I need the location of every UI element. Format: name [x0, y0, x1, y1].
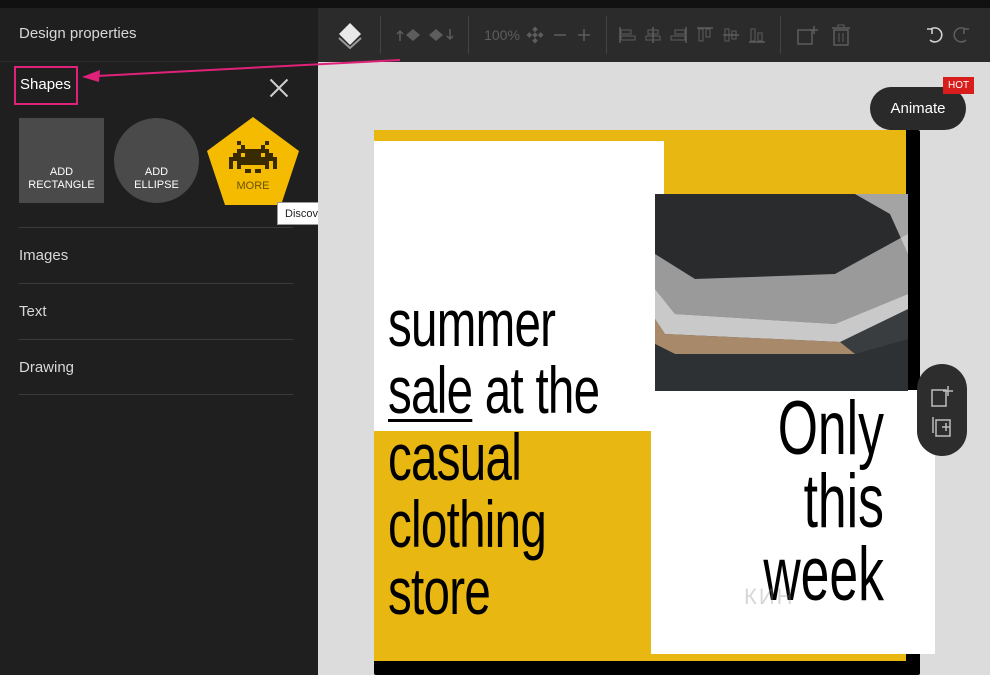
watermark: КИН — [744, 584, 795, 609]
align-middle-icon[interactable] — [720, 8, 742, 62]
checker-icon[interactable] — [524, 8, 546, 62]
shapes-tab[interactable]: Shapes — [14, 66, 78, 105]
headline-underlined: sale — [388, 353, 473, 427]
toolbar: 100% — [318, 8, 990, 62]
toolbar-separator — [468, 16, 469, 54]
headline-line: store — [388, 554, 491, 628]
add-rectangle-label: ADD RECTANGLE — [28, 166, 95, 191]
send-backward-icon[interactable] — [426, 8, 456, 62]
headline-line: summer — [388, 286, 556, 360]
duplicate-icon[interactable] — [794, 8, 820, 62]
side-text[interactable]: Only this week — [714, 386, 884, 617]
toolbar-separator — [780, 16, 781, 54]
hot-badge: HOT — [943, 77, 975, 94]
section-drawing[interactable]: Drawing — [19, 339, 293, 395]
headline-line: clothing — [388, 487, 547, 561]
align-left-icon[interactable] — [616, 8, 638, 62]
close-icon[interactable] — [266, 75, 292, 101]
toolbar-separator — [380, 16, 381, 54]
minus-icon[interactable] — [550, 8, 570, 62]
design-canvas[interactable]: summer sale at the casual clothing store… — [374, 130, 935, 675]
bring-forward-icon[interactable] — [394, 8, 424, 62]
align-bottom-icon[interactable] — [746, 8, 768, 62]
side-line: Only — [777, 386, 884, 471]
headline-line: sale at the — [388, 357, 600, 424]
side-line: this — [803, 459, 884, 544]
layers-icon[interactable] — [334, 8, 366, 62]
add-ellipse-button[interactable]: ADD ELLIPSE — [114, 118, 199, 203]
top-strip — [0, 0, 990, 8]
section-images[interactable]: Images — [19, 227, 293, 283]
clothing-photo[interactable] — [655, 194, 908, 391]
align-right-icon[interactable] — [668, 8, 690, 62]
headline-fragment: at the — [472, 353, 600, 427]
toolbar-separator — [606, 16, 607, 54]
side-action-pill — [917, 364, 967, 456]
section-text[interactable]: Text — [19, 283, 293, 339]
more-shapes-button[interactable]: MORE — [207, 117, 299, 205]
more-shapes-label: MORE — [236, 180, 270, 192]
plus-icon[interactable] — [574, 8, 594, 62]
side-line: week — [763, 532, 884, 617]
duplicate-page-icon[interactable] — [930, 414, 954, 438]
undo-icon[interactable] — [922, 8, 948, 62]
panel-divider — [0, 61, 318, 62]
add-page-icon[interactable] — [930, 384, 954, 408]
add-ellipse-label: ADD ELLIPSE — [134, 166, 179, 191]
panel-title: Design properties — [19, 25, 137, 42]
opacity-value[interactable]: 100% — [482, 8, 522, 62]
redo-icon[interactable] — [948, 8, 974, 62]
trash-icon[interactable] — [828, 8, 854, 62]
align-center-icon[interactable] — [642, 8, 664, 62]
headline-line: casual — [388, 420, 522, 494]
align-top-icon[interactable] — [694, 8, 716, 62]
add-rectangle-button[interactable]: ADD RECTANGLE — [19, 118, 104, 203]
headline-text[interactable]: summer sale at the casual clothing store — [388, 286, 600, 628]
